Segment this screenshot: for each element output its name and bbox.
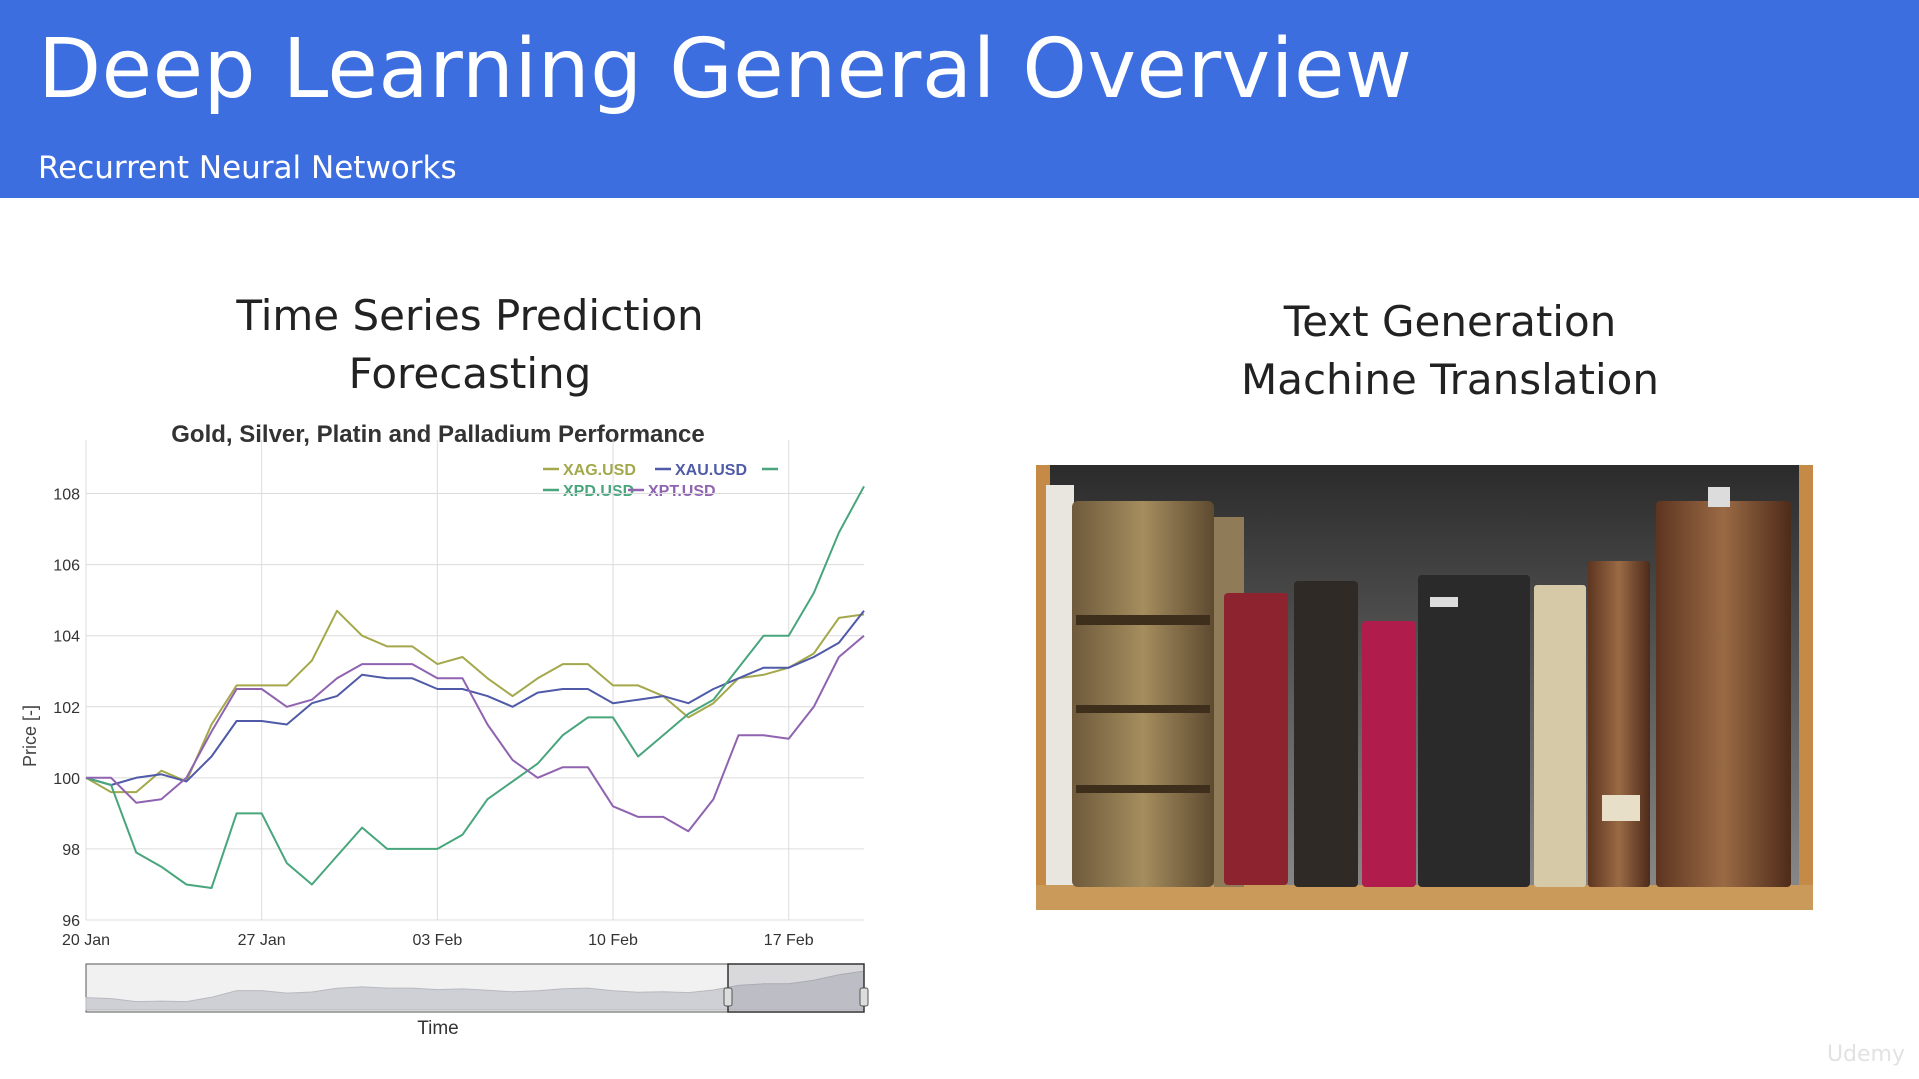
legend-label: XAG.USD	[563, 462, 636, 479]
x-tick-label: 10 Feb	[588, 932, 638, 949]
text-generation-heading: Text Generation Machine Translation	[1100, 293, 1800, 409]
legend-item-xpt-usd[interactable]: XPT.USD	[628, 483, 716, 500]
slide-header: Deep Learning General Overview Recurrent…	[0, 0, 1919, 198]
x-axis-ticks: 20 Jan 27 Jan 03 Feb 10 Feb 17 Feb	[62, 932, 814, 949]
range-selector[interactable]	[85, 963, 869, 1013]
x-tick-label: 20 Jan	[62, 932, 110, 949]
chart-title: Gold, Silver, Platin and Palladium Perfo…	[171, 421, 705, 448]
y-tick-label: 106	[53, 558, 80, 575]
metals-performance-chart[interactable]: Gold, Silver, Platin and Palladium Perfo…	[0, 420, 900, 1040]
series-line-xau-usd[interactable]	[85, 610, 865, 786]
series-line-xpt-usd[interactable]	[86, 634, 865, 833]
slide-subtitle: Recurrent Neural Networks	[38, 150, 457, 186]
y-tick-label: 96	[62, 913, 80, 930]
x-tick-label: 27 Jan	[238, 932, 286, 949]
time-series-heading: Time Series Prediction Forecasting	[120, 287, 820, 403]
range-handle-left[interactable]	[723, 987, 733, 1007]
x-tick-label: 17 Feb	[764, 932, 814, 949]
udemy-watermark: Udemy	[1826, 1042, 1905, 1067]
series-line-xpd-usd[interactable]	[85, 485, 865, 889]
slide-title: Deep Learning General Overview	[38, 22, 1413, 117]
antique-books-image	[1036, 465, 1813, 910]
y-tick-label: 100	[53, 771, 80, 788]
range-handle-right[interactable]	[859, 987, 869, 1007]
y-axis-ticks: 96 98 100 102 104 106 108	[53, 487, 80, 930]
y-tick-label: 108	[53, 487, 80, 504]
text-generation-heading-line1: Text Generation	[1283, 297, 1617, 346]
legend-label: XAU.USD	[675, 462, 747, 479]
text-generation-heading-line2: Machine Translation	[1240, 355, 1659, 404]
y-tick-label: 104	[53, 629, 80, 646]
legend-item-xpd-usd[interactable]: XPD.USD	[543, 483, 634, 500]
chart-legend[interactable]: XAG.USD XAU.USD XPD.USD XPT.USD	[543, 462, 778, 500]
range-selector-window[interactable]	[727, 963, 865, 1013]
x-tick-label: 03 Feb	[412, 932, 462, 949]
legend-item-xau-usd[interactable]: XAU.USD	[655, 462, 747, 479]
time-series-heading-line2: Forecasting	[348, 349, 592, 398]
time-series-heading-line1: Time Series Prediction	[236, 291, 704, 340]
chart-grid	[85, 440, 864, 921]
legend-label: XPT.USD	[648, 483, 716, 500]
chart-plot-area[interactable]	[85, 485, 865, 889]
x-axis-label: Time	[417, 1018, 459, 1039]
legend-item-xag-usd[interactable]: XAG.USD	[543, 462, 636, 479]
y-axis-label: Price [-]	[20, 705, 40, 767]
legend-label: XPD.USD	[563, 483, 634, 500]
y-tick-label: 102	[53, 700, 80, 717]
y-tick-label: 98	[62, 842, 80, 859]
